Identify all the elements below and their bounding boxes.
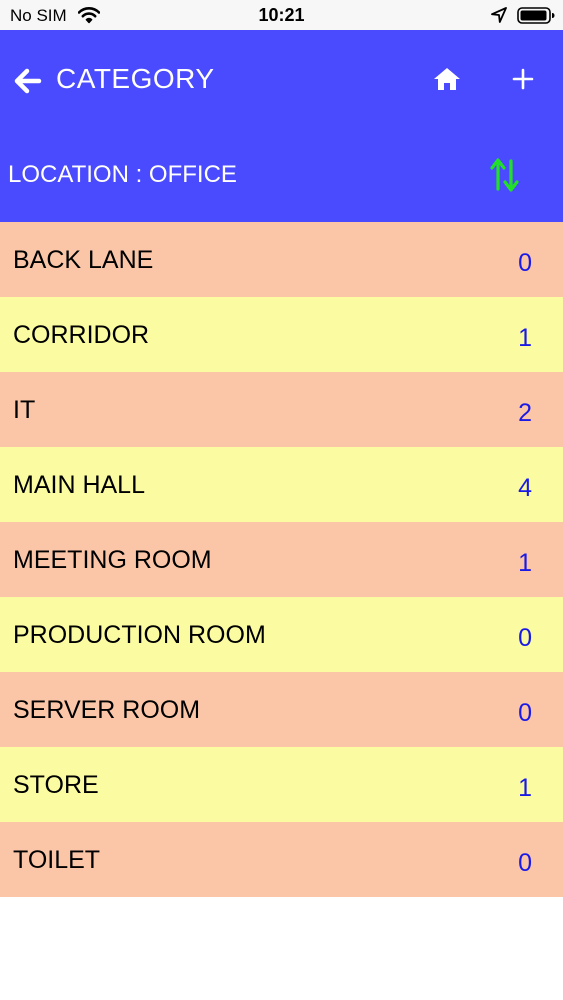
category-name: TOILET [13,846,101,874]
home-icon[interactable] [433,66,461,92]
category-count: 1 [518,774,532,802]
list-item[interactable]: CORRIDOR 1 [0,297,563,372]
category-count: 0 [518,699,532,727]
category-count: 2 [518,399,532,427]
category-count: 0 [518,624,532,652]
list-item[interactable]: STORE 1 [0,747,563,822]
clock: 10:21 [258,5,305,25]
category-name: BACK LANE [13,246,154,274]
list-item[interactable]: PRODUCTION ROOM 0 [0,597,563,672]
category-count: 0 [518,249,532,277]
category-count: 4 [518,474,532,502]
category-name: SERVER ROOM [13,696,201,724]
category-name: STORE [13,771,99,799]
category-name: MEETING ROOM [13,546,212,574]
category-name: IT [13,396,36,424]
category-count: 1 [518,324,532,352]
list-item[interactable]: SERVER ROOM 0 [0,672,563,747]
plus-icon[interactable] [508,64,538,94]
list-item[interactable]: IT 2 [0,372,563,447]
location-label: LOCATION : OFFICE [8,161,237,188]
location-arrow-icon [491,7,507,23]
category-name: PRODUCTION ROOM [13,621,266,649]
status-bar: No SIM 10:21 [0,0,563,30]
list-item[interactable]: MEETING ROOM 1 [0,522,563,597]
list-item[interactable]: TOILET 0 [0,822,563,897]
back-arrow-icon[interactable] [12,65,44,97]
page-title: CATEGORY [56,63,215,94]
sort-icon[interactable] [489,156,521,194]
list-item[interactable]: MAIN HALL 4 [0,447,563,522]
category-list: BACK LANE 0 CORRIDOR 1 IT 2 MAIN HALL 4 … [0,222,563,897]
battery-icon [517,7,555,24]
category-name: CORRIDOR [13,321,150,349]
category-name: MAIN HALL [13,471,145,499]
list-item[interactable]: BACK LANE 0 [0,222,563,297]
app-header: CATEGORY LOCATION : OFFICE [0,30,563,222]
category-count: 1 [518,549,532,577]
category-count: 0 [518,849,532,877]
